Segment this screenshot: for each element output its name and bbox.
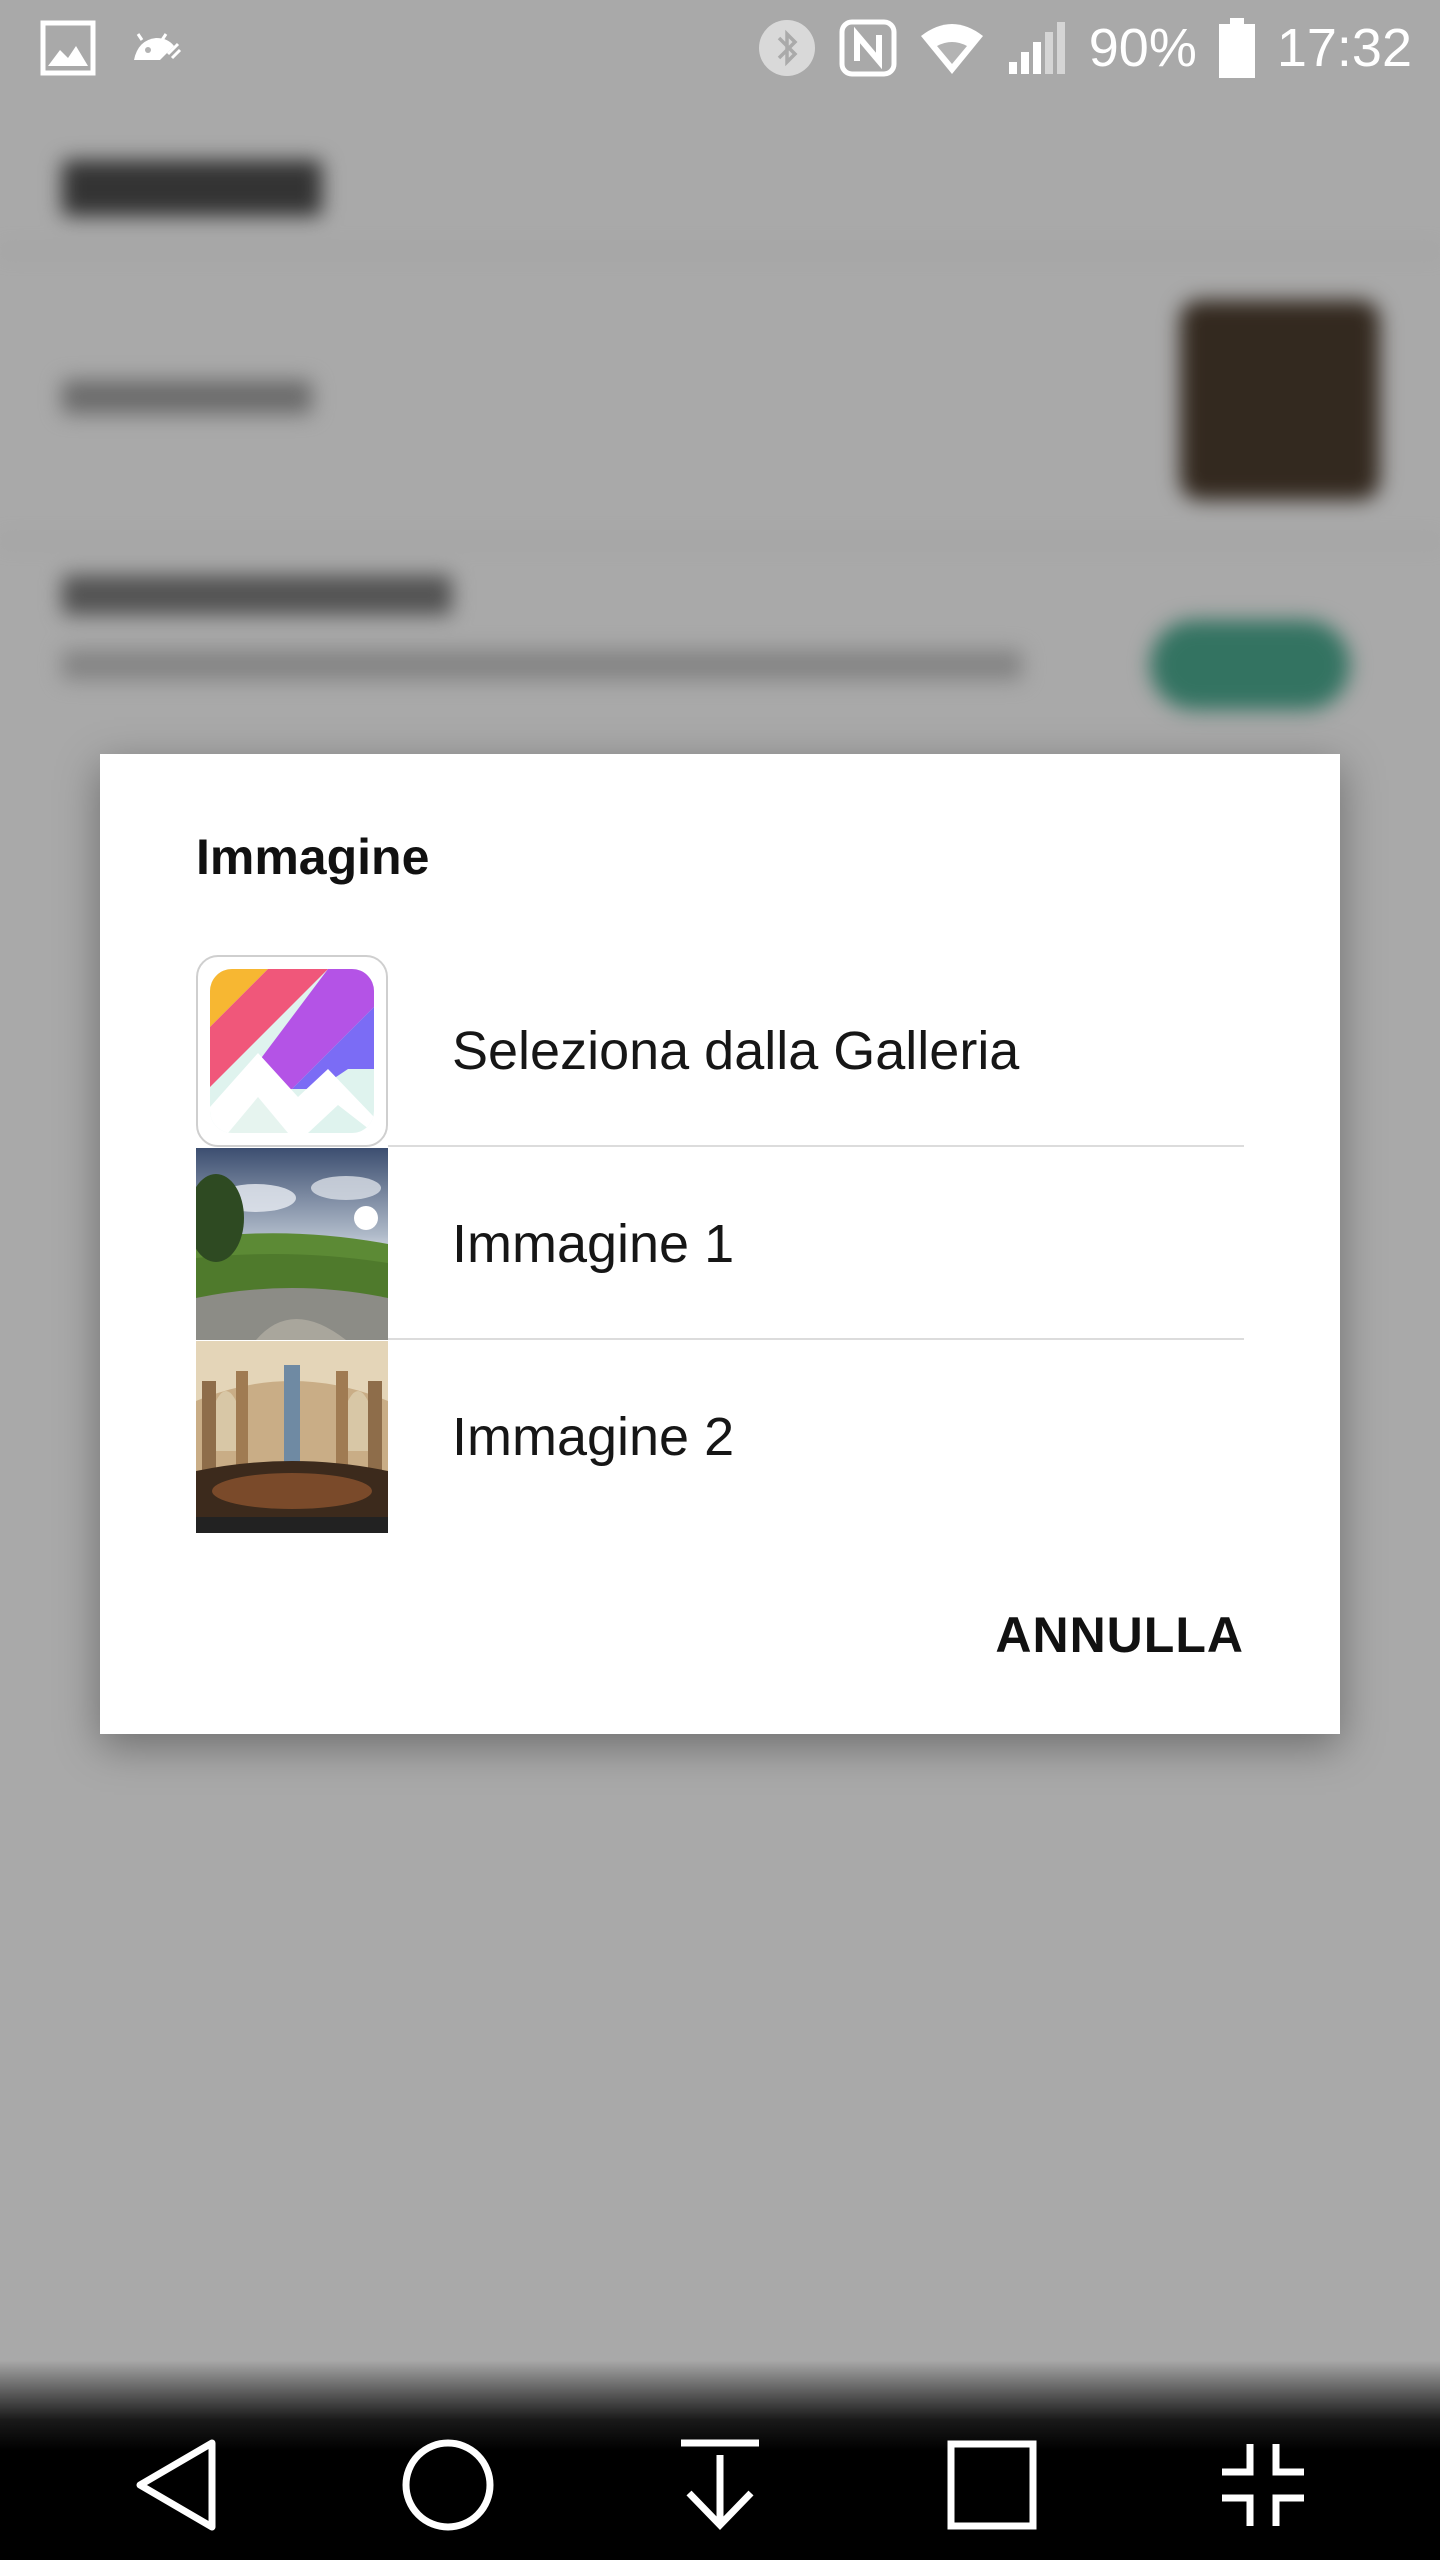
notification-pull-icon[interactable] [665,2430,775,2540]
android-debug-icon [128,20,184,76]
panorama-landscape-thumbnail [196,1147,388,1340]
option-select-from-gallery[interactable]: Seleziona dalla Galleria [196,954,1244,1147]
option-label: Immagine 2 [452,1406,735,1467]
cancel-button[interactable]: ANNULLA [995,1606,1244,1664]
signal-icon [1007,20,1067,76]
back-icon[interactable] [122,2430,232,2540]
option-image-2[interactable]: Immagine 2 [196,1340,1244,1533]
status-left [40,20,184,76]
panorama-church-thumbnail [196,1340,388,1533]
dialog-title: Immagine [196,829,430,885]
nfc-icon [839,19,897,77]
dialog-options-list: Seleziona dalla Galleria Immagine 1 Imma… [196,954,1244,1533]
clock: 17:32 [1276,18,1412,78]
gallery-app-icon [196,954,388,1147]
status-bar: 90% 17:32 [0,0,1440,96]
wifi-icon [919,20,985,76]
image-picker-dialog: Immagine Seleziona dalla Galleria Immagi… [100,754,1340,1734]
bluetooth-icon [757,18,817,78]
status-right: 90% 17:32 [757,18,1412,78]
navigation-bar [0,2360,1440,2560]
exit-fullscreen-icon[interactable] [1208,2430,1318,2540]
recents-icon[interactable] [937,2430,1047,2540]
option-label: Seleziona dalla Galleria [452,1020,1020,1081]
home-icon[interactable] [393,2430,503,2540]
battery-icon [1218,18,1255,78]
option-image-1[interactable]: Immagine 1 [196,1147,1244,1340]
option-label: Immagine 1 [452,1213,735,1274]
image-notification-icon [40,20,96,76]
battery-percentage: 90% [1088,18,1197,78]
